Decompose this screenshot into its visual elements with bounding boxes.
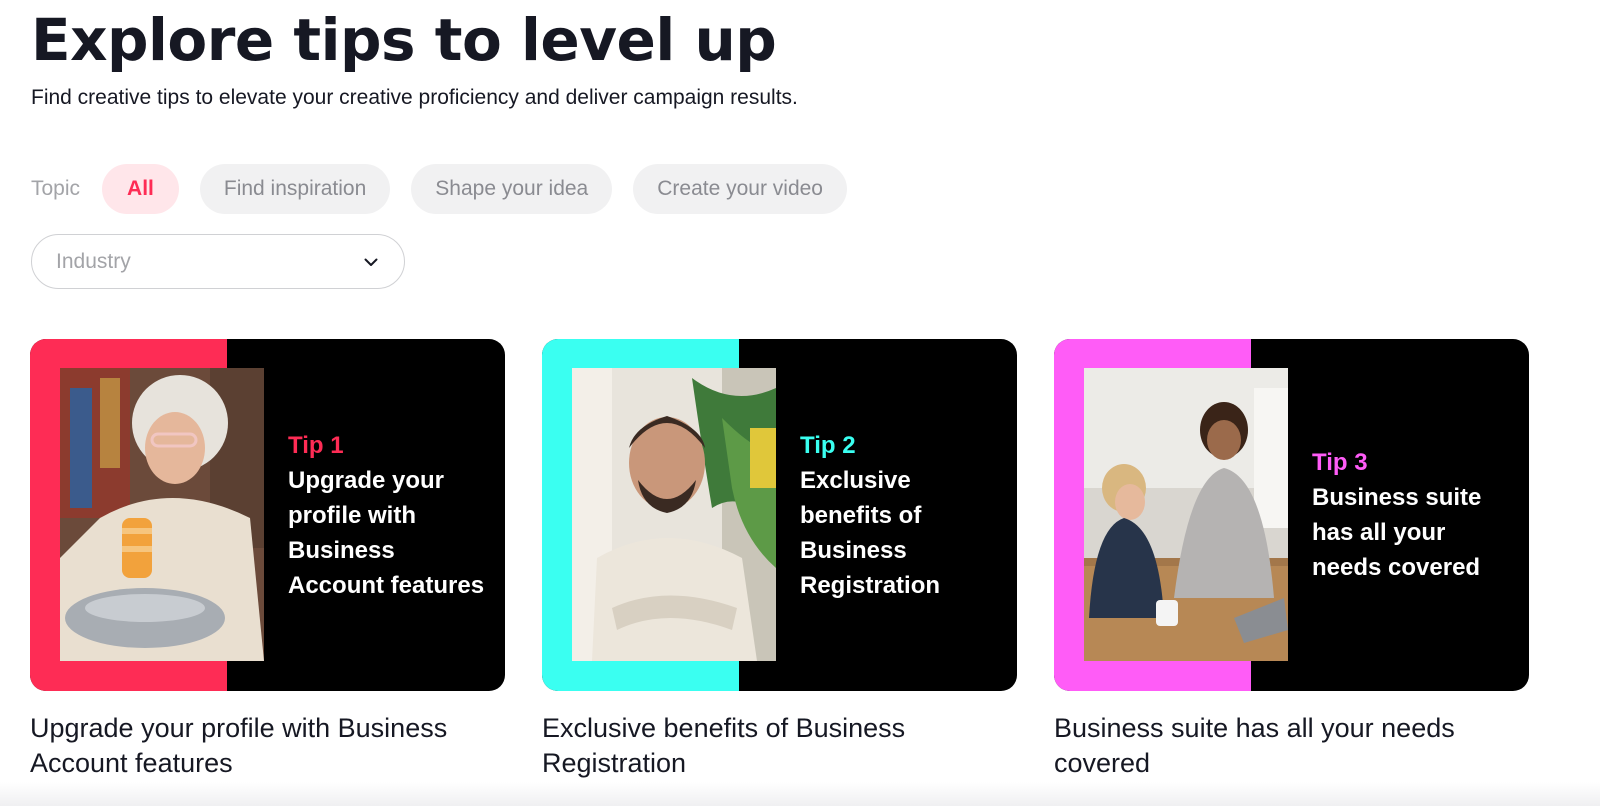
tip-card-2-caption[interactable]: Exclusive benefits of Business Registrat… bbox=[542, 711, 1017, 781]
tip-card-2: Tip 2 Exclusive benefits of Business Reg… bbox=[542, 339, 1017, 781]
woman-with-glass-vase-photo bbox=[60, 368, 264, 661]
tip-card-3-label: Tip 3 bbox=[1312, 449, 1368, 476]
tip-card-3-caption[interactable]: Business suite has all your needs covere… bbox=[1054, 711, 1529, 781]
industry-dropdown-placeholder: Industry bbox=[56, 249, 131, 273]
topic-filter-bar: Topic All Find inspiration Shape your id… bbox=[31, 164, 868, 214]
bottom-fade bbox=[0, 782, 1600, 806]
tip-card-3: Tip 3 Business suite has all your needs … bbox=[1054, 339, 1529, 781]
industry-dropdown[interactable]: Industry bbox=[31, 234, 405, 289]
tip-card-3-banner[interactable]: Tip 3 Business suite has all your needs … bbox=[1054, 339, 1529, 691]
tip-card-1-caption[interactable]: Upgrade your profile with Business Accou… bbox=[30, 711, 505, 781]
tip-card-1-label: Tip 1 bbox=[288, 431, 344, 459]
two-women-with-laptop-photo bbox=[1084, 368, 1288, 661]
tip-card-3-headline: Business suite has all your needs covere… bbox=[1312, 484, 1482, 581]
page-title: Explore tips to level up bbox=[31, 6, 777, 74]
tip-card-2-headline: Exclusive benefits of Business Registrat… bbox=[800, 466, 941, 599]
smiling-man-arms-crossed-photo bbox=[572, 368, 776, 661]
tip-card-1-banner[interactable]: Tip 1 Upgrade your profile with Business… bbox=[30, 339, 505, 691]
tip-card-1-headline: Upgrade your profile with Business Accou… bbox=[288, 466, 485, 599]
topic-chip-find-inspiration[interactable]: Find inspiration bbox=[199, 164, 391, 214]
tip-card-2-banner-text: Tip 2 Exclusive benefits of Business Reg… bbox=[800, 339, 1003, 691]
topic-chip-all[interactable]: All bbox=[102, 164, 179, 214]
page-subtitle: Find creative tips to elevate your creat… bbox=[31, 86, 798, 109]
tip-card-2-banner[interactable]: Tip 2 Exclusive benefits of Business Reg… bbox=[542, 339, 1017, 691]
tip-card-1: Tip 1 Upgrade your profile with Business… bbox=[30, 339, 505, 781]
topic-label: Topic bbox=[31, 177, 81, 200]
tip-card-1-banner-text: Tip 1 Upgrade your profile with Business… bbox=[288, 339, 491, 691]
tip-card-2-label: Tip 2 bbox=[800, 431, 856, 459]
chevron-down-icon bbox=[364, 258, 378, 266]
tip-card-3-banner-text: Tip 3 Business suite has all your needs … bbox=[1312, 339, 1515, 691]
topic-chip-create-your-video[interactable]: Create your video bbox=[633, 164, 847, 214]
topic-chip-shape-your-idea[interactable]: Shape your idea bbox=[411, 164, 613, 214]
